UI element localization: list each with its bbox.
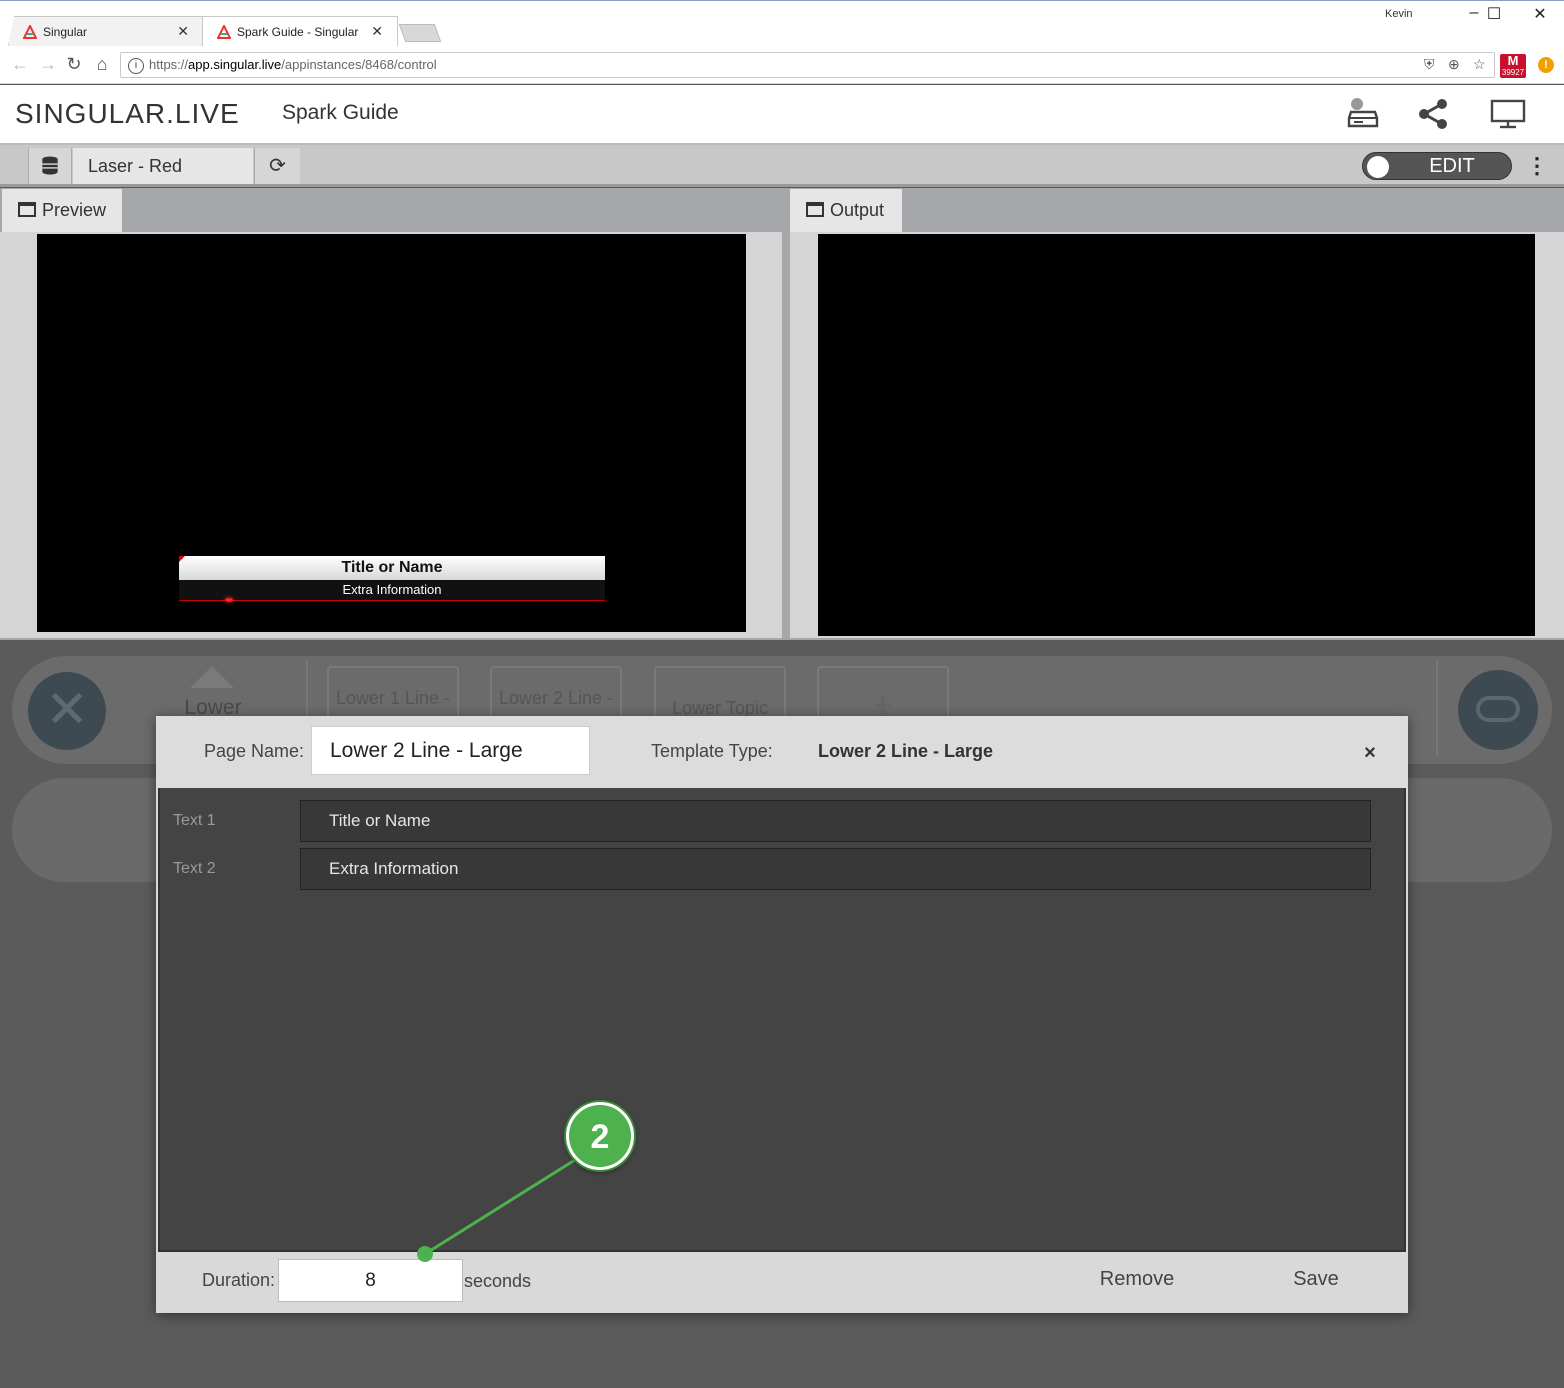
text1-label: Text 1 xyxy=(173,812,216,829)
edit-toggle-label: EDIT xyxy=(1429,155,1475,177)
url-field[interactable]: i https://app.singular.live/appinstances… xyxy=(120,52,1495,78)
page-card[interactable]: Lower 1 Line - xyxy=(327,666,459,718)
warning-icon[interactable]: ! xyxy=(1538,57,1554,73)
preview-tab-label: Preview xyxy=(42,200,107,220)
forward-arrow-icon[interactable]: → xyxy=(36,52,60,76)
singular-logo-icon xyxy=(23,24,37,39)
back-arrow-icon[interactable]: ← xyxy=(8,52,32,76)
tab-label: Spark Guide - Singular xyxy=(237,24,359,39)
template-type-value: Lower 2 Line - Large xyxy=(818,741,994,761)
gmail-extension-icon[interactable]: M 39927 xyxy=(1500,54,1526,78)
bookmark-star-icon[interactable]: ☆ xyxy=(1473,56,1486,73)
page-card-label: Lower Topic xyxy=(672,698,768,718)
lower-third-accent xyxy=(179,556,185,562)
output-tab-label: Output xyxy=(830,200,885,220)
site-info-icon[interactable]: i xyxy=(128,58,144,74)
duration-unit: seconds xyxy=(464,1271,532,1291)
text1-input[interactable]: Title or Name xyxy=(300,800,1371,842)
remove-button[interactable]: Remove xyxy=(1085,1268,1189,1294)
url-path: /appinstances/8468/control xyxy=(281,57,437,72)
reload-icon[interactable]: ↻ xyxy=(62,52,86,76)
collapse-arrow-icon[interactable] xyxy=(190,666,234,688)
database-icon[interactable] xyxy=(28,148,72,184)
loop-icon-inner xyxy=(1476,696,1520,722)
window-icon xyxy=(18,202,36,217)
lower-third-title: Title or Name xyxy=(179,556,605,580)
project-title: Spark Guide xyxy=(282,101,399,124)
separator xyxy=(306,660,308,716)
text2-label: Text 2 xyxy=(173,860,216,877)
output-screen xyxy=(818,234,1535,636)
page-card[interactable]: Lower Topic xyxy=(654,666,786,718)
composition-name[interactable]: Laser - Red xyxy=(73,148,253,184)
storage-drive-icon[interactable] xyxy=(1345,98,1381,130)
page-name-label: Page Name: xyxy=(204,741,305,761)
singular-logo-icon xyxy=(217,24,231,39)
url-scheme: https:// xyxy=(149,57,189,72)
page-name-input[interactable]: Lower 2 Line - Large xyxy=(311,726,590,775)
monitor-icon[interactable] xyxy=(1490,98,1526,130)
output-tab[interactable]: Output xyxy=(790,189,902,232)
page-card-label: Lower 2 Line - xyxy=(498,688,614,708)
browser-tab-spark-guide[interactable]: Spark Guide - Singular ✕ xyxy=(202,16,398,46)
tab-label: Singular xyxy=(43,24,88,39)
close-icon[interactable]: × xyxy=(1358,742,1382,764)
url-host: app.singular.live xyxy=(188,57,282,72)
more-options-icon[interactable]: ⋮ xyxy=(1526,152,1548,180)
close-window-button[interactable]: ✕ xyxy=(1520,4,1560,26)
edit-mode-toggle[interactable]: EDIT xyxy=(1362,152,1512,180)
duration-input[interactable]: 8 xyxy=(278,1259,463,1302)
zoom-icon[interactable]: ⊕ xyxy=(1448,56,1460,73)
shield-icon[interactable]: ⛨ xyxy=(1424,56,1435,73)
refresh-icon[interactable]: ⟳ xyxy=(254,148,300,184)
tab-close-icon[interactable]: ✕ xyxy=(371,23,383,40)
page-card-label: Lower 1 Line - xyxy=(335,688,451,708)
maximize-button[interactable]: ☐ xyxy=(1474,4,1514,26)
duration-label: Duration: xyxy=(202,1270,276,1290)
page-card[interactable]: Lower 2 Line - xyxy=(490,666,622,718)
gmail-count: 39927 xyxy=(1501,68,1525,77)
save-button[interactable]: Save xyxy=(1268,1268,1364,1294)
separator xyxy=(1436,660,1438,756)
browser-tab-singular[interactable]: Singular ✕ xyxy=(8,16,204,46)
take-out-button[interactable]: ✕ xyxy=(28,672,106,750)
browser-user-name[interactable]: Kevin xyxy=(1385,8,1413,20)
new-tab-button[interactable] xyxy=(398,24,442,42)
step-callout-badge: 2 xyxy=(566,1102,634,1170)
home-icon[interactable]: ⌂ xyxy=(90,52,114,76)
loop-icon[interactable] xyxy=(1458,670,1538,750)
lower-third-subtitle: Extra Information xyxy=(179,580,605,601)
share-icon[interactable] xyxy=(1416,98,1452,130)
brand-logo[interactable]: SINGULAR.LIVE xyxy=(15,98,240,130)
text2-input[interactable]: Extra Information xyxy=(300,848,1371,890)
preview-tab[interactable]: Preview xyxy=(2,189,122,232)
laser-glow xyxy=(225,598,233,602)
add-page-button[interactable]: + xyxy=(817,666,949,724)
window-icon xyxy=(806,202,824,217)
tab-close-icon[interactable]: ✕ xyxy=(177,23,189,40)
template-type-label: Template Type: xyxy=(651,741,773,761)
